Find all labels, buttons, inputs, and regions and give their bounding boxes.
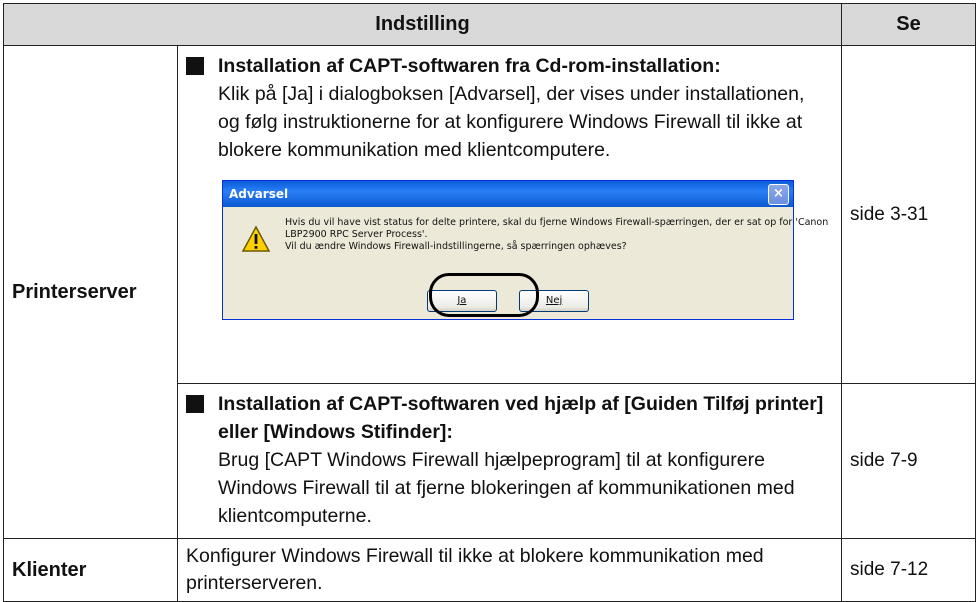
cd-rom-install-cell: Installation af CAPT-softwaren fra Cd-ro… <box>177 45 842 384</box>
highlight-ring <box>429 273 539 317</box>
dialog-title: Advarsel × <box>223 181 793 207</box>
ref-side-7-12: side 7-12 <box>841 538 976 602</box>
advarsel-dialog: Advarsel × Hvis du vil have vist status … <box>222 180 829 320</box>
clients-text: Konfigurer Windows Firewall til ikke at … <box>177 538 842 602</box>
close-icon[interactable]: × <box>768 184 789 205</box>
warning-icon <box>241 225 271 252</box>
printer-server-label: Printerserver <box>3 45 178 539</box>
bullet-square-icon <box>186 57 204 75</box>
wizard-install-text: Brug [CAPT Windows Firewall hjælpeprogra… <box>218 449 795 527</box>
settings-table: Indstilling Se Printerserver Installatio… <box>3 3 976 602</box>
bullet-square-icon <box>186 395 204 413</box>
ref-side-3-31: side 3-31 <box>841 45 976 384</box>
advarsel-dialog-screenshot: Advarsel × Hvis du vil have vist status … <box>222 180 829 320</box>
wizard-install-cell: Installation af CAPT-softwaren ved hjælp… <box>177 383 842 539</box>
dialog-message: Hvis du vil have vist status for delte p… <box>285 217 829 252</box>
cd-rom-install-text: Klik på [Ja] i dialogboksen [Advarsel], … <box>218 83 805 161</box>
ref-side-7-9: side 7-9 <box>841 383 976 539</box>
cd-rom-install-heading: Installation af CAPT-softwaren fra Cd-ro… <box>186 52 831 80</box>
header-setting: Indstilling <box>3 3 842 46</box>
wizard-install-heading: Installation af CAPT-softwaren ved hjælp… <box>186 390 831 446</box>
clients-label: Klienter <box>3 538 178 602</box>
header-see: Se <box>841 3 976 46</box>
